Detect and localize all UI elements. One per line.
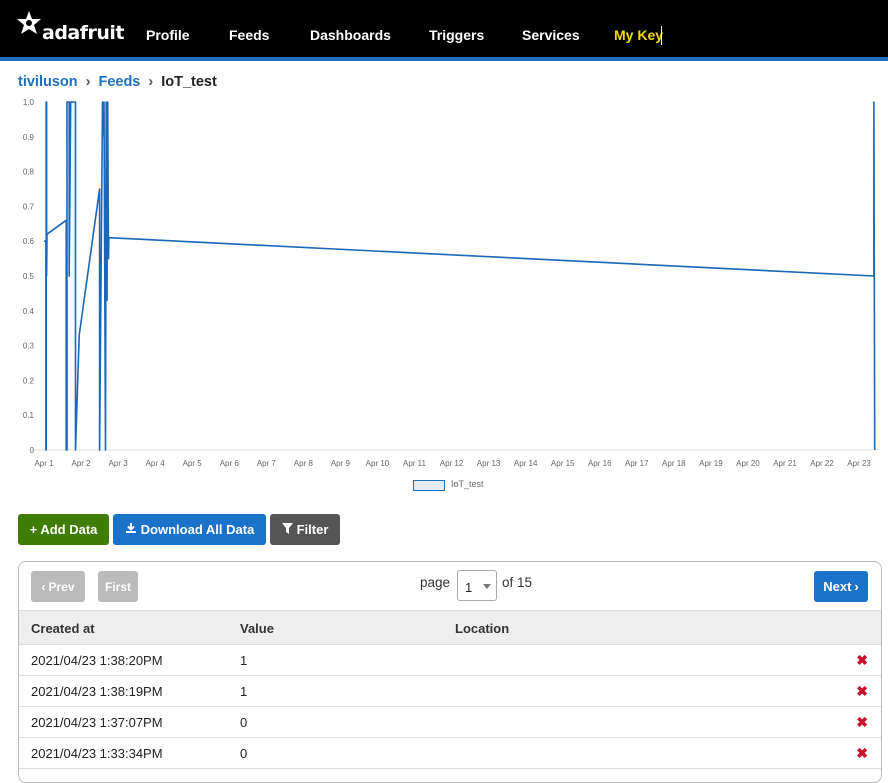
breadcrumb-user-link[interactable]: tiviluson: [18, 74, 78, 90]
x-tick-label: Apr 11: [403, 459, 427, 468]
x-tick-label: Apr 6: [220, 459, 240, 468]
cell-value: 0: [240, 746, 248, 761]
page-count: of 15: [502, 575, 533, 590]
legend-label: IoT_test: [451, 479, 484, 489]
delete-icon[interactable]: ✖: [856, 652, 868, 669]
breadcrumb: tiviluson › Feeds › IoT_test: [18, 74, 217, 90]
next-page-button[interactable]: Next ›: [814, 571, 868, 602]
x-tick-label: Apr 2: [71, 459, 91, 468]
x-tick-label: Apr 1: [34, 459, 54, 468]
breadcrumb-feeds-link[interactable]: Feeds: [98, 74, 140, 90]
prev-label: Prev: [48, 579, 75, 594]
y-tick-label: 0.3: [23, 342, 35, 351]
nav-feeds[interactable]: Feeds: [229, 27, 269, 43]
y-tick-label: 0.5: [23, 272, 35, 281]
x-tick-label: Apr 20: [736, 459, 760, 468]
text-cursor: [661, 26, 662, 45]
y-tick-label: 0.1: [23, 411, 35, 420]
first-page-button[interactable]: First: [98, 571, 138, 602]
logo-text: adafruit: [42, 22, 125, 44]
page-label: page: [420, 575, 451, 590]
download-icon: [125, 522, 137, 537]
x-tick-label: Apr 3: [109, 459, 129, 468]
header-value[interactable]: Value: [240, 621, 274, 636]
legend-swatch: [413, 480, 445, 491]
table-row: 2021/04/23 1:37:07PM 0 ✖: [19, 706, 881, 738]
cell-value: 1: [240, 653, 248, 668]
y-tick-label: 0.2: [23, 376, 35, 385]
adafruit-logo[interactable]: adafruit: [16, 10, 125, 50]
chevron-left-icon: ‹: [41, 579, 46, 594]
x-tick-label: Apr 4: [146, 459, 166, 468]
y-tick-label: 0.8: [23, 168, 35, 177]
page-select[interactable]: 1: [457, 570, 497, 601]
x-tick-label: Apr 23: [847, 459, 871, 468]
y-tick-label: 0.7: [23, 202, 35, 211]
y-tick-label: 0.6: [23, 237, 35, 246]
nav-accent-line: [0, 57, 888, 61]
add-data-label: + Add Data: [29, 522, 98, 537]
nav-profile[interactable]: Profile: [146, 27, 190, 43]
table-row: 2021/04/23 1:33:34PM 0 ✖: [19, 737, 881, 769]
y-tick-label: 1.0: [23, 98, 35, 107]
table-row: 2021/04/23 1:38:19PM 1 ✖: [19, 675, 881, 707]
x-tick-label: Apr 13: [477, 459, 501, 468]
chevron-right-icon: ›: [85, 74, 91, 90]
page-select-value: 1: [465, 580, 473, 595]
data-table-panel: ‹ Prev First page 1 of 15 Next › Created a…: [18, 561, 882, 783]
chevron-down-icon: [483, 584, 491, 589]
cell-created-at: 2021/04/23 1:38:19PM: [31, 684, 163, 699]
series-line-iot-test[interactable]: [44, 101, 876, 451]
x-tick-label: Apr 15: [551, 459, 575, 468]
x-tick-label: Apr 22: [810, 459, 834, 468]
cell-value: 0: [240, 715, 248, 730]
x-tick-label: Apr 8: [294, 459, 314, 468]
header-created-at[interactable]: Created at: [31, 621, 95, 636]
x-tick-label: Apr 16: [588, 459, 612, 468]
nav-dashboards[interactable]: Dashboards: [310, 27, 391, 43]
cell-created-at: 2021/04/23 1:38:20PM: [31, 653, 163, 668]
x-tick-label: Apr 5: [183, 459, 203, 468]
x-tick-label: Apr 9: [331, 459, 351, 468]
x-tick-label: Apr 7: [257, 459, 277, 468]
x-tick-label: Apr 18: [662, 459, 686, 468]
prev-page-button[interactable]: ‹ Prev: [31, 571, 85, 602]
nav-my-key[interactable]: My Key: [614, 27, 663, 43]
table-row: 2021/04/23 1:38:20PM 1 ✖: [19, 644, 881, 676]
top-nav: adafruit Profile Feeds Dashboards Trigge…: [0, 0, 888, 57]
next-label: Next: [823, 579, 852, 594]
header-location[interactable]: Location: [455, 621, 509, 636]
star-logo-icon: [17, 11, 41, 34]
x-tick-label: Apr 12: [440, 459, 464, 468]
y-tick-label: 0: [30, 446, 35, 455]
delete-icon[interactable]: ✖: [856, 683, 868, 700]
x-tick-label: Apr 19: [699, 459, 723, 468]
y-tick-label: 0.9: [23, 133, 35, 142]
x-tick-label: Apr 14: [514, 459, 538, 468]
download-all-data-button[interactable]: Download All Data: [113, 514, 266, 545]
x-tick-label: Apr 17: [625, 459, 649, 468]
filter-label: Filter: [296, 522, 329, 537]
chevron-right-icon: ›: [148, 74, 154, 90]
cell-created-at: 2021/04/23 1:37:07PM: [31, 715, 163, 730]
x-tick-label: Apr 10: [366, 459, 390, 468]
first-label: First: [104, 579, 131, 594]
cell-created-at: 2021/04/23 1:33:34PM: [31, 746, 163, 761]
feed-line-chart: 0 0.1 0.2 0.3 0.4 0.5 0.6 0.7 0.8 0.9 1.0 Apr 1 Apr …: [23, 98, 880, 468]
delete-icon[interactable]: ✖: [856, 714, 868, 731]
nav-triggers[interactable]: Triggers: [429, 27, 484, 43]
x-tick-label: Apr 21: [773, 459, 797, 468]
filter-button[interactable]: Filter: [270, 514, 340, 545]
cell-value: 1: [240, 684, 248, 699]
y-tick-label: 0.4: [23, 307, 35, 316]
breadcrumb-current: IoT_test: [161, 74, 217, 90]
chevron-right-icon: ›: [854, 579, 859, 594]
table-header: Created at Value Location: [19, 610, 881, 645]
filter-icon: [281, 522, 293, 537]
delete-icon[interactable]: ✖: [856, 745, 868, 762]
add-data-button[interactable]: + Add Data: [18, 514, 109, 545]
nav-services[interactable]: Services: [522, 27, 580, 43]
download-label: Download All Data: [140, 522, 255, 537]
